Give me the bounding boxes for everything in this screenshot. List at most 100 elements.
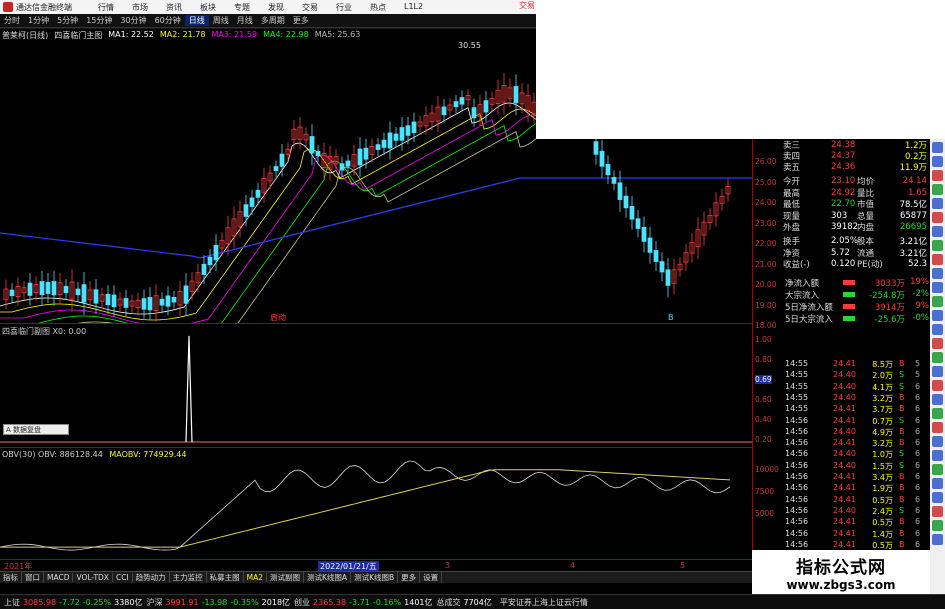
tool-icon[interactable] — [932, 142, 943, 153]
period-tab-9[interactable]: 多周期 — [257, 15, 289, 26]
menu-item-6[interactable]: 交易 — [296, 2, 330, 13]
broker-name[interactable]: 平安证券上海上证云行情 — [500, 597, 588, 608]
indicator-tab-4[interactable]: CCI — [113, 573, 133, 582]
candle — [381, 139, 387, 148]
period-tab-1[interactable]: 1分钟 — [24, 15, 53, 26]
tool-icon[interactable] — [932, 198, 943, 209]
indicator-tab-7[interactable]: 私募主图 — [207, 572, 244, 583]
candle — [623, 195, 629, 209]
menu-item-1[interactable]: 市场 — [126, 2, 160, 13]
indicator-tab-13[interactable]: 设置 — [420, 572, 443, 583]
tool-icon[interactable] — [932, 282, 943, 293]
tool-icon[interactable] — [932, 352, 943, 363]
tick-side: B — [899, 528, 905, 538]
tool-icon[interactable] — [932, 268, 943, 279]
obv-subchart[interactable]: OBV(30) OBV: 886128.44 MAOBV: 774929.44 — [0, 447, 752, 559]
indicator-tab-5[interactable]: 趋势动力 — [133, 572, 170, 583]
indicator-tab-2[interactable]: MACD — [44, 573, 74, 582]
menu-item-7[interactable]: 行业 — [330, 2, 364, 13]
peak-label: 30.55 — [458, 41, 481, 50]
indicator-tab-10[interactable]: 测试K线图A — [304, 572, 352, 583]
tool-icon[interactable] — [932, 156, 943, 167]
review-tag[interactable]: A 数据复盘 — [3, 424, 69, 435]
menu-item-8[interactable]: 热点 — [364, 2, 398, 13]
indicator-tab-8[interactable]: MA2 — [244, 573, 268, 582]
period-tab-10[interactable]: 更多 — [289, 15, 313, 26]
indicator-tab-0[interactable]: 指标 — [0, 572, 22, 583]
tool-icon[interactable] — [932, 254, 943, 265]
menu-item-4[interactable]: 专题 — [228, 2, 262, 13]
tool-icon[interactable] — [932, 422, 943, 433]
signal-subchart[interactable]: 四喜临门副图 X0: 0.00 — [0, 323, 752, 447]
period-tab-5[interactable]: 60分钟 — [151, 15, 185, 26]
sub1-label: 四喜临门副图 X0: 0.00 — [2, 327, 87, 336]
tool-icon[interactable] — [932, 310, 943, 321]
tool-icon[interactable] — [932, 520, 943, 531]
tool-icon[interactable] — [932, 338, 943, 349]
tick-side: S — [899, 370, 905, 380]
trade-link[interactable]: 交易 — [519, 0, 535, 11]
stat-value: 39182 — [831, 222, 859, 233]
tool-icon[interactable] — [932, 380, 943, 391]
date-mark-1: 3 — [445, 561, 451, 570]
menu-item-3[interactable]: 板块 — [194, 2, 228, 13]
candle — [665, 269, 671, 286]
tool-icon[interactable] — [932, 226, 943, 237]
ask-price: 24.36 — [831, 162, 856, 173]
main-menu: 行情 市场 资讯 板块 专题 发现 交易 行业 热点 L1L2 — [92, 2, 432, 13]
side-toolbar[interactable] — [930, 139, 945, 594]
tool-icon[interactable] — [932, 184, 943, 195]
menu-item-2[interactable]: 资讯 — [160, 2, 194, 13]
tool-icon[interactable] — [932, 506, 943, 517]
watermark: 指标公式网 www.zbgs3.com — [752, 550, 930, 594]
period-tab-8[interactable]: 月线 — [233, 15, 257, 26]
tick-time: 14:56 — [785, 517, 809, 527]
tick-time: 14:55 — [785, 392, 809, 402]
menu-item-9[interactable]: L1L2 — [398, 2, 432, 13]
tick-volume: 3.2万 — [872, 393, 893, 403]
tick-price: 24.40 — [833, 426, 856, 436]
watermark-title: 指标公式网 — [796, 557, 886, 578]
signal-svg — [0, 335, 752, 443]
period-tab-6[interactable]: 日线 — [184, 15, 209, 26]
tool-icon[interactable] — [932, 450, 943, 461]
tool-icon[interactable] — [932, 478, 943, 489]
ask-row[interactable]: 卖五 24.36 11.9万 — [753, 161, 931, 174]
tool-icon[interactable] — [932, 296, 943, 307]
stat-label: 现量 — [783, 211, 801, 222]
menu-item-0[interactable]: 行情 — [92, 2, 126, 13]
indicator-tab-1[interactable]: 窗口 — [22, 572, 44, 583]
tick-time: 14:56 — [785, 460, 809, 470]
tool-icon[interactable] — [932, 170, 943, 181]
indicator-tab-6[interactable]: 主力监控 — [170, 572, 207, 583]
buy-label: B — [668, 313, 674, 322]
period-tab-2[interactable]: 5分钟 — [53, 15, 82, 26]
tick-volume: 8.5万 — [872, 360, 893, 369]
tool-icon[interactable] — [932, 408, 943, 419]
menu-item-5[interactable]: 发现 — [262, 2, 296, 13]
period-tab-7[interactable]: 周线 — [209, 15, 233, 26]
tick-price: 24.41 — [833, 359, 856, 368]
indicator-tab-12[interactable]: 更多 — [398, 572, 421, 583]
tool-icon[interactable] — [932, 534, 943, 545]
tool-icon[interactable] — [932, 324, 943, 335]
tool-icon[interactable] — [932, 492, 943, 503]
tool-icon[interactable] — [932, 464, 943, 475]
tool-icon[interactable] — [932, 240, 943, 251]
indicator-tab-11[interactable]: 测试K线图B — [351, 572, 399, 583]
tool-icon[interactable] — [932, 436, 943, 447]
period-tab-3[interactable]: 15分钟 — [82, 15, 116, 26]
tool-icon[interactable] — [932, 212, 943, 223]
period-tab-0[interactable]: 分时 — [0, 15, 24, 26]
tool-icon[interactable] — [932, 366, 943, 377]
tool-icon[interactable] — [932, 394, 943, 405]
stat-value: 5.72 — [831, 247, 850, 258]
tick-side: S — [899, 415, 905, 425]
tick-volume: 4.9万 — [872, 427, 893, 437]
indicator-tab-9[interactable]: 测试副图 — [267, 572, 305, 583]
total-label: 总成交 — [436, 597, 461, 607]
indicator-tab-3[interactable]: VOL-TDX — [73, 573, 113, 582]
period-tab-4[interactable]: 30分钟 — [116, 15, 150, 26]
candle — [653, 250, 659, 262]
stat-row: 外盘 39182 内盘 26695 — [753, 221, 931, 234]
